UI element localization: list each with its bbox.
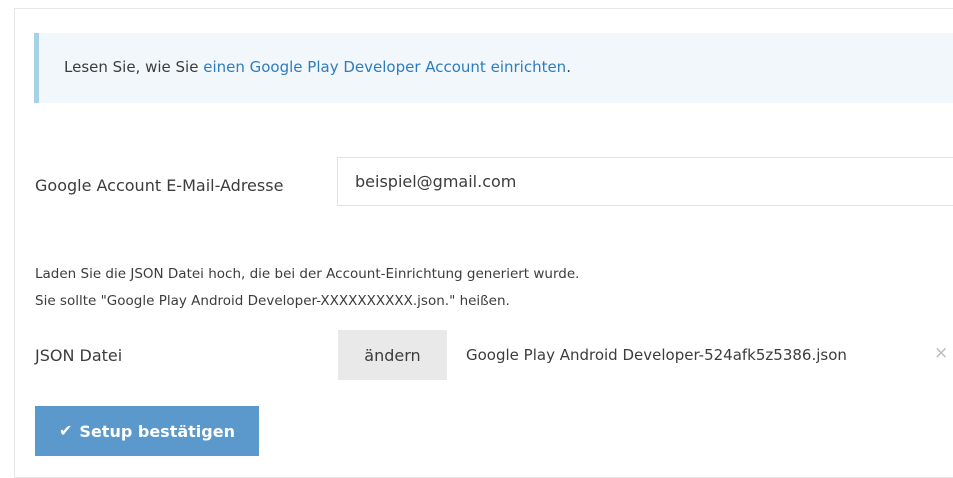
info-text: Lesen Sie, wie Sie einen Google Play Dev… xyxy=(64,58,571,76)
confirm-setup-label: Setup bestätigen xyxy=(79,421,235,441)
selected-file-name: Google Play Android Developer-524afk5z53… xyxy=(466,346,847,364)
change-file-button[interactable]: ändern xyxy=(338,330,447,380)
email-label: Google Account E-Mail-Adresse xyxy=(35,176,284,195)
confirm-setup-button[interactable]: ✔ Setup bestätigen xyxy=(35,406,259,456)
developer-account-link[interactable]: einen Google Play Developer Account einr… xyxy=(203,58,566,76)
info-notice: Lesen Sie, wie Sie einen Google Play Dev… xyxy=(34,33,953,103)
upload-help-line-2: Sie sollte "Google Play Android Develope… xyxy=(35,293,510,309)
info-prefix: Lesen Sie, wie Sie xyxy=(64,58,204,76)
close-icon[interactable]: × xyxy=(934,343,948,363)
json-file-label: JSON Datei xyxy=(35,346,123,365)
info-suffix: . xyxy=(566,58,571,76)
upload-help-line-1: Laden Sie die JSON Datei hoch, die bei d… xyxy=(35,266,580,282)
email-input[interactable] xyxy=(337,157,953,206)
check-icon: ✔ xyxy=(59,421,73,440)
